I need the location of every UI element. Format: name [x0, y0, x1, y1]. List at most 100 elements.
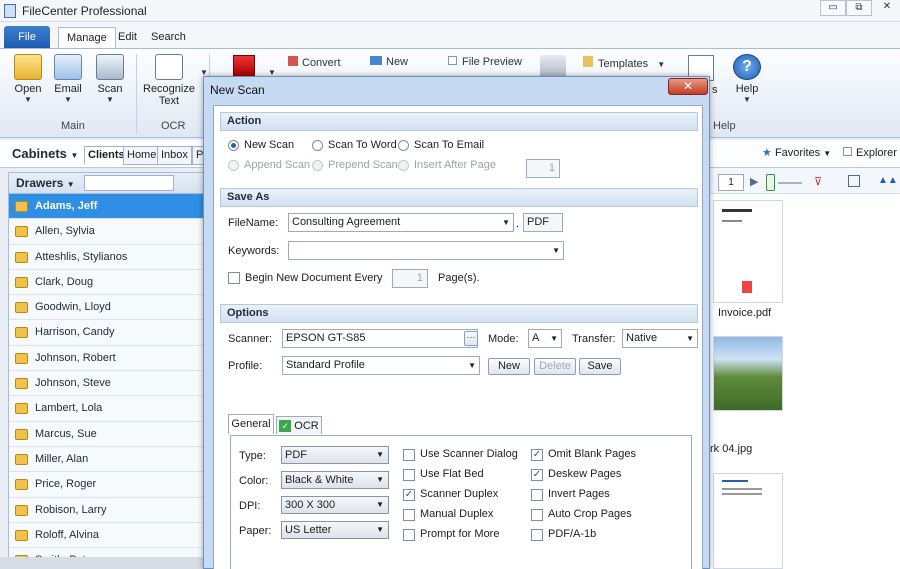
- favorites-button[interactable]: ★ Favorites ▼: [762, 146, 831, 159]
- radio-insert-after-page[interactable]: [398, 160, 409, 171]
- drawer-item[interactable]: Goodwin, Lloyd: [9, 295, 205, 321]
- option-checkbox-row[interactable]: Manual Duplex: [403, 508, 528, 528]
- checkbox[interactable]: [403, 469, 415, 481]
- mode-select[interactable]: A ▼: [528, 329, 562, 348]
- close-window-button[interactable]: ✕: [874, 0, 900, 16]
- radio-scan-to-email[interactable]: [398, 140, 409, 151]
- filename-combo[interactable]: Consulting Agreement ▼: [288, 213, 514, 232]
- tab-home[interactable]: Home: [123, 146, 161, 165]
- option-checkbox-row[interactable]: Invert Pages: [531, 488, 656, 508]
- drawers-dropdown[interactable]: Drawers ▼: [16, 176, 75, 190]
- tab-search[interactable]: Search: [143, 27, 194, 48]
- scan-button[interactable]: Scan ▼: [91, 54, 129, 104]
- label-mode: Mode:: [488, 333, 519, 345]
- filter-icon[interactable]: ⊽: [814, 175, 822, 188]
- checkbox-begin-new-document[interactable]: [228, 272, 240, 284]
- open-button[interactable]: Open ▼: [9, 54, 47, 104]
- file-preview-toggle[interactable]: File Preview: [448, 56, 522, 68]
- play-icon[interactable]: ▶: [750, 175, 758, 188]
- color-select[interactable]: Black & White ▼: [281, 471, 389, 489]
- new-button[interactable]: New: [370, 56, 408, 68]
- file-thumbnail-invoice[interactable]: [713, 200, 783, 303]
- dpi-select[interactable]: 300 X 300 ▼: [281, 496, 389, 514]
- drawer-item[interactable]: Harrison, Candy: [9, 320, 205, 346]
- tab-edit[interactable]: Edit: [110, 27, 145, 48]
- grid-view-icon[interactable]: [848, 175, 860, 187]
- option-checkbox-row[interactable]: Use Flat Bed: [403, 468, 528, 488]
- radio-scan-to-word[interactable]: [312, 140, 323, 151]
- checkbox[interactable]: ✓: [531, 469, 543, 481]
- file-thumbnail-doc[interactable]: [713, 473, 783, 569]
- checkbox[interactable]: ✓: [403, 489, 415, 501]
- tab-file[interactable]: File: [4, 26, 50, 48]
- scanner-field[interactable]: EPSON GT-S85: [282, 329, 478, 348]
- pdf-icon[interactable]: [233, 55, 255, 77]
- drawer-item[interactable]: Price, Roger: [9, 472, 205, 498]
- transfer-select[interactable]: Native ▼: [622, 329, 698, 348]
- option-checkbox-row[interactable]: Prompt for More: [403, 528, 528, 548]
- tab-inbox[interactable]: Inbox: [157, 146, 192, 165]
- new-label: New: [386, 56, 409, 68]
- checkbox[interactable]: [531, 529, 543, 541]
- drawer-item[interactable]: Roloff, Alvina: [9, 522, 205, 549]
- checkbox[interactable]: [403, 509, 415, 521]
- profile-save-button[interactable]: Save: [579, 358, 621, 375]
- tab-manage[interactable]: Manage: [58, 27, 116, 49]
- option-checkbox-row[interactable]: PDF/A-1b: [531, 528, 656, 548]
- insert-after-page-field[interactable]: 1: [526, 159, 560, 178]
- drawer-item[interactable]: Marcus, Sue: [9, 421, 205, 447]
- drawer-item[interactable]: Johnson, Robert: [9, 345, 205, 372]
- type-select[interactable]: PDF ▼: [281, 446, 389, 464]
- zoom-slider-track[interactable]: [778, 182, 802, 184]
- binoculars-icon[interactable]: ▲▲: [878, 175, 898, 186]
- checkbox[interactable]: [403, 449, 415, 461]
- checkbox[interactable]: ✓: [531, 449, 543, 461]
- maximize-button[interactable]: ⧉: [846, 0, 872, 16]
- profile-new-button[interactable]: New: [488, 358, 530, 375]
- drawer-item[interactable]: Robison, Larry: [9, 497, 205, 523]
- profile-delete-button[interactable]: Delete: [534, 358, 576, 375]
- drawer-item[interactable]: Lambert, Lola: [9, 396, 205, 422]
- radio-new-scan[interactable]: [228, 140, 239, 151]
- paper-select[interactable]: US Letter ▼: [281, 521, 389, 539]
- checkbox[interactable]: [403, 529, 415, 541]
- drawer-item[interactable]: Clark, Doug: [9, 269, 205, 296]
- templates-button[interactable]: Templates ▼: [583, 56, 665, 70]
- help-button[interactable]: ? Help ▼: [728, 54, 766, 104]
- email-button[interactable]: Email ▼: [49, 54, 87, 104]
- tab-clients[interactable]: Clients: [84, 146, 129, 165]
- zoom-slider-handle[interactable]: [766, 174, 775, 191]
- drawer-item[interactable]: Johnson, Steve: [9, 371, 205, 397]
- recognize-text-button[interactable]: Recognize Text: [143, 54, 195, 107]
- minimize-button[interactable]: ▭: [820, 0, 846, 16]
- file-thumbnail-image[interactable]: [713, 336, 783, 411]
- explorer-toggle[interactable]: Explorer: [843, 147, 897, 159]
- pages-every-field[interactable]: 1: [392, 269, 428, 288]
- convert-button[interactable]: Convert: [288, 56, 341, 69]
- drawer-item[interactable]: Adams, Jeff: [9, 194, 205, 220]
- extension-field[interactable]: PDF: [523, 213, 563, 232]
- page-number-field[interactable]: 1: [718, 174, 744, 191]
- option-checkbox-row[interactable]: Use Scanner Dialog: [403, 448, 528, 468]
- drawer-item[interactable]: Miller, Alan: [9, 446, 205, 473]
- scanner-browse-button[interactable]: ···: [464, 331, 478, 346]
- cabinets-dropdown[interactable]: Cabinets ▼: [12, 146, 78, 161]
- profile-select[interactable]: Standard Profile ▼: [282, 356, 480, 375]
- option-checkbox-row[interactable]: ✓ Deskew Pages: [531, 468, 656, 488]
- file-name-image[interactable]: rk 04.jpg: [710, 443, 752, 455]
- option-checkbox-row[interactable]: Auto Crop Pages: [531, 508, 656, 528]
- dialog-close-button[interactable]: ✕: [668, 78, 708, 95]
- radio-append-scan[interactable]: [228, 160, 239, 171]
- drawer-search-input[interactable]: [84, 175, 174, 191]
- option-checkbox-row[interactable]: ✓ Scanner Duplex: [403, 488, 528, 508]
- keywords-combo[interactable]: ▼: [288, 241, 564, 260]
- checkbox[interactable]: [531, 489, 543, 501]
- option-checkbox-row[interactable]: ✓ Omit Blank Pages: [531, 448, 656, 468]
- drawer-item[interactable]: Allen, Sylvia: [9, 219, 205, 245]
- drawer-item[interactable]: Atteshlis, Stylianos: [9, 244, 205, 270]
- checkbox[interactable]: [531, 509, 543, 521]
- tab-ocr[interactable]: ✓ OCR: [276, 416, 322, 434]
- tab-general[interactable]: General: [228, 414, 274, 434]
- file-name-invoice[interactable]: Invoice.pdf: [718, 307, 771, 319]
- radio-prepend-scan[interactable]: [312, 160, 323, 171]
